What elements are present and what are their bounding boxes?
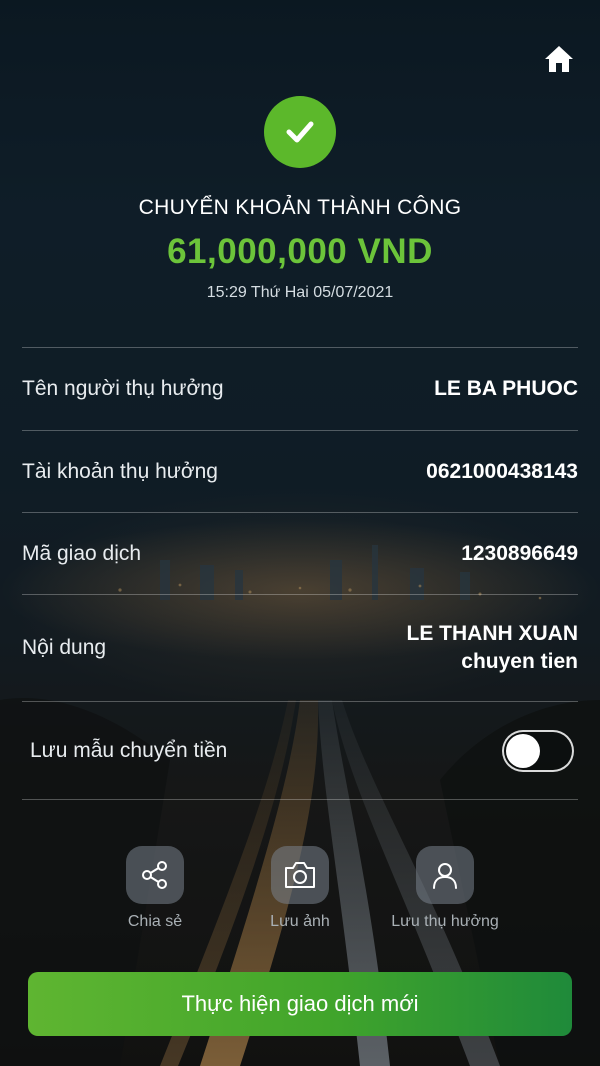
detail-label: Nội dung [22, 636, 107, 659]
detail-row-transaction-id: Mã giao dịch 1230896649 [22, 512, 578, 594]
save-template-label: Lưu mẫu chuyển tiền [30, 738, 228, 762]
detail-label: Mã giao dịch [22, 541, 142, 565]
save-beneficiary-label: Lưu thụ hưởng [391, 913, 499, 930]
person-icon [433, 863, 457, 889]
save-image-button[interactable]: Lưu ảnh [220, 846, 380, 931]
success-badge [264, 96, 336, 168]
detail-value: LE BA PHUOC [434, 377, 578, 400]
detail-row-content: Nội dung LE THANH XUAN chuyen tien [22, 594, 578, 701]
person-icon-box [416, 846, 474, 904]
detail-row-beneficiary-account: Tài khoản thụ hưởng 0621000438143 [22, 430, 578, 512]
save-image-label: Lưu ảnh [270, 913, 330, 930]
toggle-knob [506, 733, 540, 768]
save-template-row: Lưu mẫu chuyển tiền [22, 701, 578, 800]
detail-row-beneficiary-name: Tên người thụ hưởng LE BA PHUOC [22, 347, 578, 430]
transfer-success-screen: CHUYỂN KHOẢN THÀNH CÔNG 61,000,000 VND 1… [0, 0, 600, 1066]
transfer-datetime: 15:29 Thứ Hai 05/07/2021 [206, 284, 394, 301]
new-transaction-button[interactable]: Thực hiện giao dịch mới [28, 972, 572, 1036]
share-button[interactable]: Chia sẻ [75, 846, 235, 931]
content-line-1: LE THANH XUAN [406, 622, 579, 645]
checkmark-icon [286, 121, 314, 143]
detail-value: 1230896649 [461, 541, 578, 565]
save-beneficiary-button[interactable]: Lưu thụ hưởng [365, 846, 525, 931]
home-icon [545, 46, 573, 72]
home-button[interactable] [542, 42, 576, 76]
status-title: CHUYỂN KHOẢN THÀNH CÔNG [138, 196, 462, 219]
transfer-amount: 61,000,000 VND [167, 232, 433, 271]
detail-value: LE THANH XUAN chuyen tien [407, 620, 579, 676]
share-icon-box [126, 846, 184, 904]
detail-label: Tài khoản thụ hưởng [22, 459, 218, 483]
detail-label: Tên người thụ hưởng [22, 377, 224, 400]
transfer-details: Tên người thụ hưởng LE BA PHUOC Tài khoả… [22, 347, 578, 800]
content-line-2: chuyen tien [461, 650, 578, 673]
save-template-toggle[interactable] [502, 729, 574, 772]
action-bar: Chia sẻ Lưu ảnh Lưu thụ hưởng [0, 846, 600, 946]
share-icon [142, 861, 167, 889]
camera-icon [285, 862, 315, 888]
detail-value: 0621000438143 [426, 459, 578, 483]
camera-icon-box [271, 846, 329, 904]
share-label: Chia sẻ [127, 913, 183, 930]
